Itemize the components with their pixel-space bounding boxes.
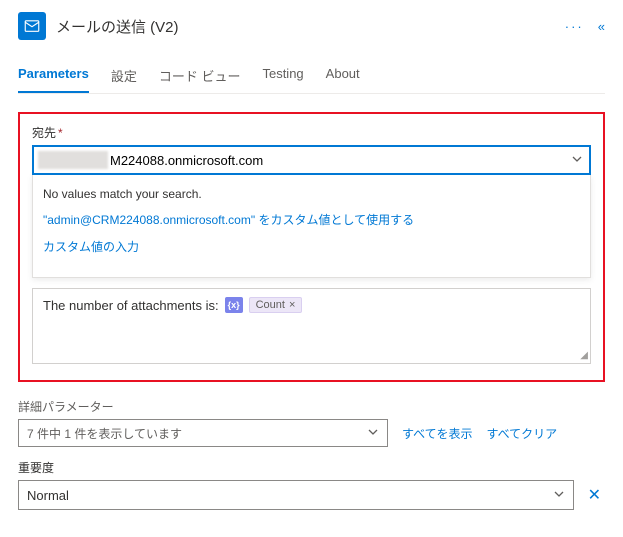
to-combobox[interactable] <box>32 145 591 175</box>
more-icon[interactable]: ··· <box>565 19 584 34</box>
chevron-down-icon <box>367 426 379 441</box>
body-editor[interactable]: The number of attachments is: {x} Count … <box>32 288 591 364</box>
importance-select[interactable]: Normal <box>18 480 574 510</box>
tabs: Parameters 設定 コード ビュー Testing About <box>18 60 605 94</box>
tab-parameters[interactable]: Parameters <box>18 60 89 93</box>
highlighted-region: 宛先* No values match your search. "admin@… <box>18 112 605 382</box>
importance-label: 重要度 <box>18 459 605 476</box>
resize-handle-icon[interactable]: ◢ <box>580 350 588 361</box>
expression-icon[interactable]: {x} <box>225 297 243 313</box>
remove-parameter-icon[interactable]: ✕ <box>584 481 605 509</box>
tab-settings[interactable]: 設定 <box>111 60 137 93</box>
chevron-down-icon <box>553 488 565 503</box>
redacted-prefix <box>38 151 108 169</box>
clear-all-button[interactable]: すべてクリア <box>486 425 557 442</box>
show-all-button[interactable]: すべてを表示 <box>402 425 472 442</box>
tab-codeview[interactable]: コード ビュー <box>159 60 241 93</box>
to-label: 宛先* <box>32 124 591 141</box>
token-remove-icon[interactable]: × <box>289 299 295 311</box>
to-dropdown: No values match your search. "admin@CRM2… <box>32 175 591 278</box>
advanced-params-label: 詳細パラメーター <box>18 398 605 415</box>
advanced-params-select[interactable]: 7 件中 1 件を表示しています <box>18 419 388 447</box>
use-as-custom-value-link[interactable]: "admin@CRM224088.onmicrosoft.com" をカスタム値… <box>43 211 580 228</box>
outlook-icon <box>18 12 46 40</box>
enter-custom-value-link[interactable]: カスタム値の入力 <box>43 238 580 255</box>
count-token[interactable]: Count × <box>249 297 303 313</box>
collapse-icon[interactable]: « <box>598 19 605 34</box>
no-values-message: No values match your search. <box>43 187 580 201</box>
tab-about[interactable]: About <box>326 60 360 93</box>
body-text: The number of attachments is: <box>43 298 219 313</box>
chevron-down-icon[interactable] <box>571 153 583 168</box>
action-header: メールの送信 (V2) ··· « <box>18 12 605 40</box>
tab-testing[interactable]: Testing <box>262 60 303 93</box>
to-input[interactable] <box>110 151 571 170</box>
action-title: メールの送信 (V2) <box>56 16 555 37</box>
